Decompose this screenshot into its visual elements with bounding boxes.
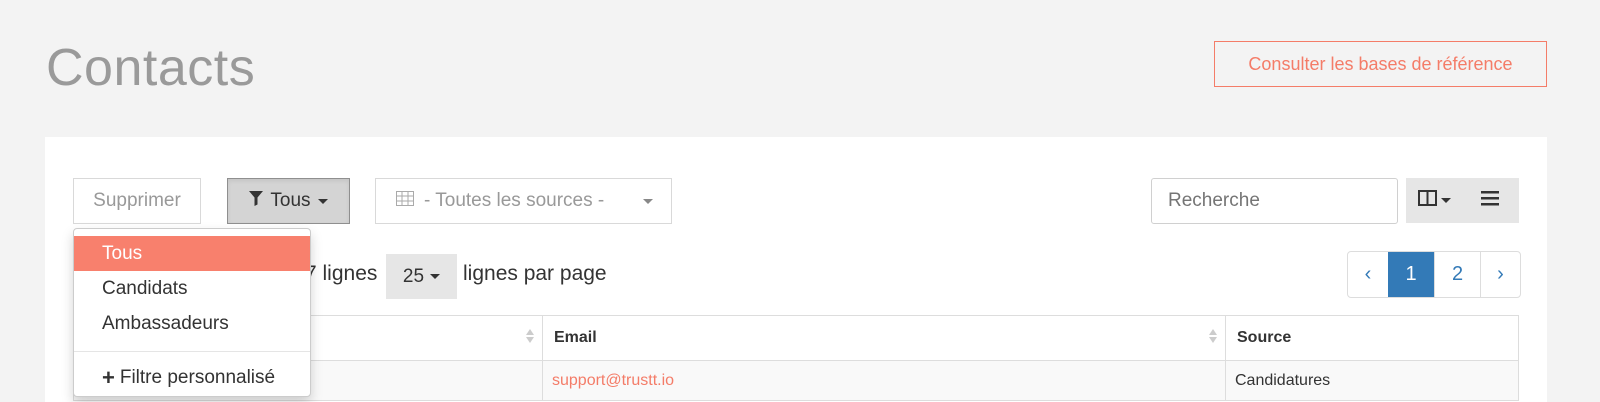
plus-icon: + [102, 364, 115, 390]
chevron-down-icon [643, 199, 653, 204]
filter-icon [249, 190, 264, 212]
page-size-value: 25 [402, 265, 425, 287]
filter-label: Tous [270, 190, 311, 211]
per-page-label: lignes par page [463, 262, 607, 285]
custom-filter-label: Filtre personnalisé [119, 366, 276, 388]
sort-icon [526, 329, 534, 343]
search-input[interactable] [1151, 178, 1398, 224]
column-header-source[interactable]: Source [1225, 316, 1518, 360]
columns-icon [1417, 190, 1437, 211]
source-select[interactable]: - Toutes les sources - [375, 178, 672, 224]
pagination-page-1[interactable]: 1 [1388, 252, 1434, 297]
delete-button[interactable]: Supprimer [73, 178, 201, 224]
custom-filter-option[interactable]: + Filtre personnalisé [74, 360, 310, 395]
pagination-next[interactable]: › [1480, 252, 1520, 297]
pagination-prev[interactable]: ‹ [1348, 252, 1388, 297]
pagination-page-2[interactable]: 2 [1434, 252, 1480, 297]
sort-icon [1209, 329, 1217, 343]
cell-email[interactable]: support@trustt.io [542, 361, 1225, 400]
columns-button[interactable] [1406, 178, 1462, 223]
view-toggle-group [1406, 178, 1519, 223]
filter-option-tous[interactable]: Tous [74, 236, 310, 271]
chevron-down-icon [317, 198, 328, 204]
page-size-select[interactable]: 25 [386, 254, 457, 299]
filter-option-candidats[interactable]: Candidats [74, 271, 310, 306]
filter-dropdown-menu: Tous Candidats Ambassadeurs + Filtre per… [73, 228, 311, 397]
menu-divider [74, 351, 310, 352]
filter-dropdown-button[interactable]: Tous [227, 178, 350, 224]
chevron-down-icon [430, 274, 441, 279]
rows-count: 7 lignes [305, 262, 378, 285]
cell-source: Candidatures [1225, 361, 1518, 400]
source-select-label: - Toutes les sources - [424, 190, 605, 211]
pagination: ‹ 1 2 › [1347, 251, 1521, 298]
list-view-button[interactable] [1462, 178, 1518, 223]
column-header-email[interactable]: Email [542, 316, 1225, 360]
chevron-down-icon [1440, 198, 1451, 203]
table-icon [396, 190, 414, 212]
page-title: Contacts [46, 39, 256, 97]
filter-option-ambassadeurs[interactable]: Ambassadeurs [74, 306, 310, 341]
list-icon [1481, 190, 1499, 211]
reference-bases-button[interactable]: Consulter les bases de référence [1214, 41, 1547, 87]
